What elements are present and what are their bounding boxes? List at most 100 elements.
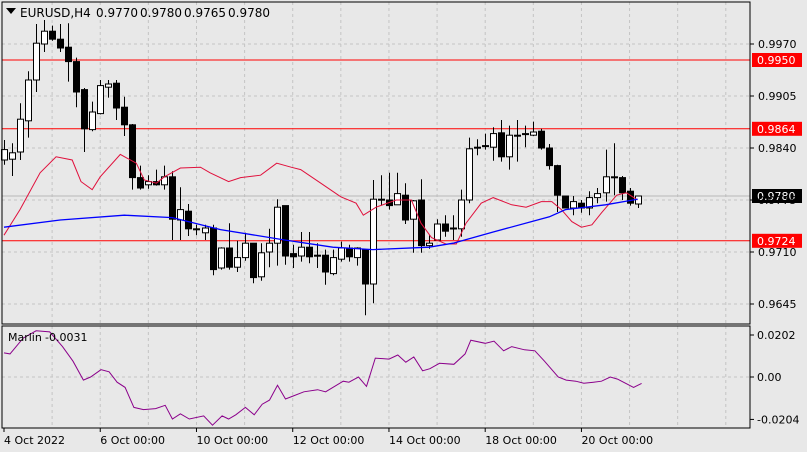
candle-body — [554, 165, 561, 196]
price-chart[interactable]: 0.99500.98640.97240.9780 0.99700.99050.9… — [0, 0, 807, 452]
symbol-label: EURUSD,H4 — [20, 6, 91, 20]
bearish-candle — [402, 183, 409, 224]
candle-body — [202, 227, 209, 234]
bullish-candle — [314, 243, 321, 268]
bullish-candle — [635, 195, 642, 208]
bullish-candle — [458, 189, 465, 237]
bearish-candle — [49, 25, 56, 41]
bearish-candle — [346, 244, 353, 262]
marlin-title: Marlin — [8, 331, 42, 344]
bearish-candle — [378, 175, 385, 206]
bearish-candle — [546, 144, 553, 170]
bullish-candle — [274, 199, 281, 266]
bullish-candle — [161, 165, 168, 190]
candle-body — [129, 124, 136, 179]
bullish-candle — [370, 180, 377, 304]
candle-body — [65, 46, 72, 63]
bullish-candle — [330, 249, 337, 276]
candle-body — [49, 30, 56, 40]
oscillator-tick-label: -0.0204 — [757, 413, 799, 426]
candle-body — [418, 199, 425, 247]
bearish-candle — [482, 133, 489, 150]
candle-body — [603, 176, 610, 194]
bullish-candle — [41, 20, 48, 52]
candle-body — [322, 254, 329, 273]
oscillator-tick-label: 0.00 — [757, 371, 782, 384]
bearish-candle — [442, 215, 449, 237]
low-value: 0.9765 — [184, 6, 226, 20]
bearish-candle — [81, 88, 88, 152]
bearish-candle — [282, 205, 289, 265]
candle-body — [290, 253, 297, 258]
candle-body — [594, 193, 601, 199]
blue-moving-average-line — [3, 198, 638, 251]
candle-body — [121, 106, 128, 126]
bullish-candle — [490, 127, 497, 161]
bullish-candle — [354, 247, 361, 266]
candle-body — [570, 201, 577, 209]
candle-body — [57, 38, 64, 49]
candle-body — [226, 247, 233, 268]
candle-body — [282, 205, 289, 257]
bearish-candle — [538, 128, 545, 150]
close-value: 0.9780 — [228, 6, 270, 20]
high-value: 0.9780 — [140, 6, 182, 20]
time-tick-label: 18 Oct 00:00 — [485, 434, 557, 447]
bullish-candle — [594, 188, 601, 204]
candle-body — [330, 257, 337, 275]
bearish-candle — [65, 23, 72, 82]
bearish-candle — [306, 232, 313, 264]
bullish-candle — [33, 24, 40, 92]
candle-body — [105, 83, 112, 88]
time-tick-label: 20 Oct 00:00 — [581, 434, 653, 447]
bearish-candle — [210, 224, 217, 276]
axes: 0.9970 0.9905 0.9840 0.9775 0.9710 0.9645 0.02… — [1, 1, 799, 447]
bullish-candle — [177, 187, 184, 240]
price-tick-label: 0.9710 — [758, 246, 797, 259]
bullish-candle — [105, 80, 112, 98]
bearish-candle — [322, 249, 329, 285]
marlin-value: -0.0031 — [45, 331, 87, 344]
candle-body — [218, 247, 225, 269]
bearish-candle — [250, 242, 257, 284]
candle-body — [137, 177, 144, 189]
candles — [1, 20, 642, 316]
bearish-candle — [185, 204, 192, 236]
time-tick-label: 4 Oct 2022 — [4, 434, 65, 447]
chart-header: EURUSD,H4 0.9770 0.9780 0.9765 0.9780 — [6, 6, 270, 20]
candle-body — [482, 145, 489, 148]
candle-body — [169, 176, 176, 220]
bearish-candle — [362, 249, 369, 316]
moving-averages — [3, 153, 638, 251]
dropdown-triangle-icon[interactable] — [6, 8, 16, 14]
bearish-candle — [121, 96, 128, 136]
bullish-candle — [17, 103, 24, 160]
red-moving-average-line — [3, 153, 638, 245]
candle-body — [185, 210, 192, 230]
bearish-candle — [73, 57, 80, 108]
candle-body — [378, 198, 385, 201]
bullish-candle — [202, 224, 209, 240]
bearish-candle — [169, 171, 176, 240]
bullish-candle — [234, 240, 241, 272]
candle-body — [89, 111, 96, 131]
time-tick-label: 6 Oct 00:00 — [100, 434, 165, 447]
time-tick-label: 12 Oct 00:00 — [293, 434, 365, 447]
bullish-candle — [434, 219, 441, 241]
candle-body — [611, 176, 618, 179]
candle-body — [619, 177, 626, 194]
candle-body — [442, 223, 449, 232]
candle-body — [17, 118, 24, 153]
candle-body — [538, 130, 545, 149]
time-tick-label: 14 Oct 00:00 — [389, 434, 461, 447]
level-price-label: 0.9950 — [757, 54, 796, 67]
candle-body — [346, 247, 353, 258]
open-value: 0.9770 — [96, 6, 138, 20]
price-tick-label: 0.9645 — [758, 298, 797, 311]
bearish-candle — [498, 120, 505, 162]
candle-body — [258, 252, 265, 278]
candle-body — [498, 132, 505, 158]
candle-body — [402, 194, 409, 221]
bullish-candle — [514, 120, 521, 162]
bullish-candle — [97, 80, 104, 115]
